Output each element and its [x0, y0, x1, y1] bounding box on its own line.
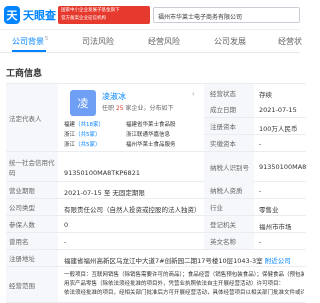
company-type-value: 有限责任公司（自然人投资或控股的法人独资） [64, 206, 201, 214]
tab-bar: 公司背景5 司法风险 经营风险 公司发展 经营状 [0, 31, 302, 53]
address-label: 注册地址 [6, 250, 58, 266]
tab-label: 公司发展 [214, 37, 246, 46]
chevron-right-icon[interactable]: › [192, 90, 195, 98]
status-label: 经营状态 [204, 84, 254, 101]
summary-count: 25 [115, 105, 124, 112]
scope-line: 依法须经批准的项目，经相关部门批准后方可开展经营活动，具体经营项目以相关部门批准… [64, 290, 304, 296]
tab-judicial-risk[interactable]: 司法风险 [82, 36, 114, 47]
region-name: 浙江 [64, 132, 76, 138]
tab-label: 经营状 [278, 37, 302, 46]
tab-count: 5 [45, 36, 49, 42]
tab-operational-risk[interactable]: 经营风险 [148, 36, 180, 47]
section-title: 工商信息 [6, 69, 43, 79]
company-link[interactable]: 福建省华莱士食品股 [126, 120, 176, 128]
term-value: 2021-07-15 至 无固定期限 [64, 189, 145, 197]
paid-capital-value: - [259, 140, 262, 148]
reg-capital-value: 100万人民币 [259, 125, 298, 133]
founded-row: 成立日期 2021-07-15 [204, 101, 306, 118]
credit-code-row: 统一社会信用代码 91350100MA8TKP6821 纳税人识别号 91350… [6, 152, 306, 182]
founded-value: 2021-07-15 [259, 106, 297, 114]
company-link[interactable]: 浙江联通华嘉信息 [126, 130, 170, 138]
former-name-value: - [64, 238, 67, 246]
region-item[interactable]: 浙江（共5家） [64, 130, 101, 138]
english-name-value: - [259, 238, 262, 246]
region-count: （共5家） [75, 142, 101, 148]
former-name-row: 曾用名 - 英文名称 - [6, 233, 306, 250]
tab-company-development[interactable]: 公司发展 [214, 36, 246, 47]
address-value: 福建省福州高新区乌龙江中大道7#创新园二期17号楼10层1043-3室 附近公司 [64, 255, 291, 265]
logo[interactable]: 天 天眼查 [4, 5, 56, 25]
taxpayer-quality-label: 纳税人资质 [204, 182, 254, 198]
legal-rep-summary: 任职 25 家企业，分布如下 [102, 103, 174, 112]
reg-capital-row: 注册资本 100万人民币 [204, 118, 306, 135]
tab-operating-status[interactable]: 经营状 [278, 36, 302, 47]
region-item[interactable]: 福建（共18家） [64, 120, 104, 128]
scope-line: 一般项目：互联网销售（除销售需要许可的商品）；食品经营（销售预包装食品）；保健食… [64, 272, 304, 278]
insured-row: 参保人数 0 登记机关 福州市市场 [6, 216, 306, 233]
tab-company-background[interactable]: 公司背景5 [12, 36, 48, 47]
insured-label: 参保人数 [6, 216, 58, 232]
region-name: 浙江 [64, 142, 76, 148]
paid-capital-label: 实缴资本 [204, 135, 254, 151]
company-type-row: 公司类型 有限责任公司（自然人投资或控股的法人独资） 行业 零售业 [6, 199, 306, 216]
company-type-label: 公司类型 [6, 199, 58, 215]
industry-value: 零售业 [259, 206, 279, 214]
logo-text: 天眼查 [23, 9, 56, 22]
region-count: （共5家） [75, 132, 101, 138]
banner-line-2: 官方备案企业征信机构 [61, 16, 106, 21]
business-term-row: 营业期限 2021-07-15 至 无固定期限 纳税人资质 - [6, 182, 306, 199]
region-name: 福建 [64, 122, 76, 128]
term-label: 营业期限 [6, 182, 58, 198]
taxpayer-quality-value: - [259, 187, 262, 195]
summary-prefix: 任职 [102, 105, 115, 112]
tab-label: 公司背景 [12, 37, 44, 46]
active-tab-indicator [12, 50, 46, 52]
business-info-table: 法定代表人 凌 凌淑冰 任职 25 家企业，分布如下 福建（共18家） 浙江（共… [6, 83, 306, 303]
avatar[interactable]: 凌 [70, 90, 96, 116]
reg-authority-value: 福州市市场 [259, 223, 292, 231]
legal-rep-name[interactable]: 凌淑冰 [102, 91, 126, 102]
nearby-companies-link[interactable]: 附近公司 [265, 257, 291, 265]
address-row: 注册地址 福建省福州高新区乌龙江中大道7#创新园二期17号楼10层1043-3室… [6, 250, 306, 267]
reg-authority-label: 登记机关 [204, 216, 254, 232]
taxpayer-id-value: 91350100MA8 [259, 163, 307, 171]
scope-label: 经营范围 [6, 267, 58, 302]
founded-label: 成立日期 [204, 101, 254, 117]
business-scope-row: 经营范围 一般项目：互联网销售（除销售需要许可的商品）；食品经营（销售预包装食品… [6, 267, 306, 303]
summary-suffix: 家企业，分布如下 [125, 105, 174, 112]
credit-code-value: 91350100MA8TKP6821 [64, 169, 140, 177]
industry-label: 行业 [204, 199, 254, 215]
logo-mark-icon: 天 [4, 6, 20, 24]
scope-line: 用农产品零售（除依法须经批准的项目外，凭营业执照依法自主开展经营活动）许可项目： [64, 281, 285, 287]
taxpayer-id-label: 纳税人识别号 [204, 152, 254, 182]
region-item[interactable]: 浙江（共5家） [64, 140, 101, 148]
legal-rep-label: 法定代表人 [6, 84, 58, 151]
credit-code-label: 统一社会信用代码 [6, 152, 58, 181]
reg-capital-label: 注册资本 [204, 118, 254, 134]
former-name-label: 曾用名 [6, 233, 58, 249]
region-count: （共18家） [75, 122, 105, 128]
top-header: 天 天眼查 国家中小企业发展子基金旗下 官方备案企业征信机构 福州市华莱士电子商… [0, 0, 300, 30]
status-value: 存续 [259, 91, 272, 99]
tab-label: 经营风险 [148, 37, 180, 46]
promo-banner: 国家中小企业发展子基金旗下 官方备案企业征信机构 [58, 6, 150, 24]
scope-text: 一般项目：互联网销售（除销售需要许可的商品）；食品经营（销售预包装食品）；保健食… [64, 271, 304, 298]
insured-value: 0 [64, 221, 69, 229]
address-text: 福建省福州高新区乌龙江中大道7#创新园二期17号楼10层1043-3室 [64, 257, 263, 265]
banner-line-1: 国家中小企业发展子基金旗下 [61, 8, 120, 13]
search-input[interactable]: 福州市华莱士电子商务有限公司 [153, 7, 300, 23]
company-link[interactable]: 福州华莱士食品服务 [126, 140, 176, 148]
paid-capital-row: 实缴资本 - [204, 135, 306, 152]
english-name-label: 英文名称 [204, 233, 254, 249]
tab-label: 司法风险 [82, 37, 114, 46]
